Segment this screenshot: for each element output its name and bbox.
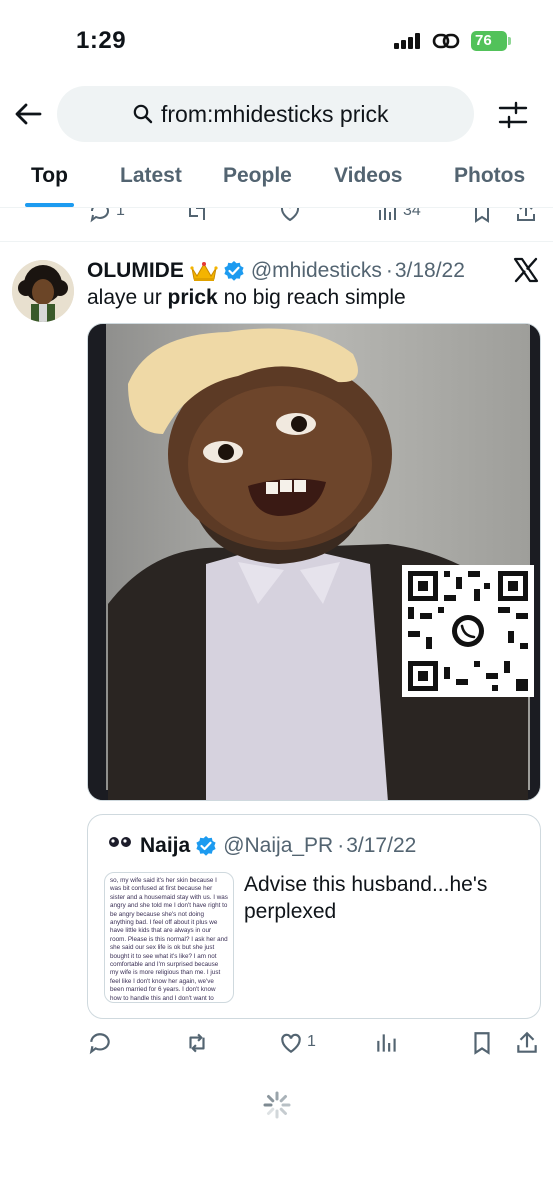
quote-thumbnail-text: so, my wife said it's her skin because I…	[110, 877, 228, 1002]
tweet-actions: 1	[0, 1028, 553, 1058]
tab-videos[interactable]: Videos	[334, 164, 402, 188]
previous-tweet-actions: 1 34	[0, 208, 553, 234]
tweet-date[interactable]: 3/18/22	[395, 259, 465, 283]
crown-icon	[190, 262, 218, 281]
avatar[interactable]	[12, 260, 74, 322]
loading-spinner-icon	[263, 1091, 291, 1119]
active-tab-indicator	[25, 203, 74, 207]
tweet-text: alaye ur prick no big reach simple	[87, 286, 406, 309]
quote-author-line: Naija @Naija_PR · 3/17/22	[140, 834, 416, 858]
dot-separator: ·	[337, 834, 345, 857]
search-tabs: Top Latest People Videos Photos	[0, 150, 553, 208]
retweet-icon[interactable]	[185, 208, 209, 224]
view-count: 34	[403, 208, 421, 219]
views-icon[interactable]	[374, 1030, 400, 1056]
like-icon[interactable]	[278, 1030, 304, 1056]
tab-top[interactable]: Top	[31, 164, 68, 188]
reply-icon[interactable]	[87, 1030, 113, 1056]
quote-text: Advise this husband...he's perplexed	[244, 873, 488, 923]
search-query[interactable]: from:mhidesticks prick	[161, 101, 388, 128]
highlighted-search-term: prick	[167, 286, 218, 309]
author-name[interactable]: OLUMIDE	[87, 259, 184, 283]
tweet-media-image[interactable]	[87, 323, 541, 801]
dot-separator: ·	[385, 259, 393, 282]
signal-icon	[394, 33, 422, 49]
author-handle[interactable]: @mhidesticks	[251, 259, 382, 283]
retweet-icon[interactable]	[184, 1030, 210, 1056]
filter-icon[interactable]	[497, 99, 529, 131]
battery-icon: 76	[471, 31, 511, 51]
share-icon[interactable]	[514, 208, 538, 224]
link-icon	[432, 33, 460, 49]
bookmark-icon[interactable]	[469, 1030, 495, 1056]
verified-badge-icon	[224, 261, 244, 281]
quote-thumbnail[interactable]: so, my wife said it's her skin because I…	[104, 872, 234, 1003]
tweet-divider	[0, 241, 553, 242]
like-icon[interactable]	[278, 208, 302, 224]
status-bar: 1:29 76	[0, 0, 553, 80]
quoted-tweet[interactable]: Naija @Naija_PR · 3/17/22 so, my wife sa…	[87, 814, 541, 1019]
status-time: 1:29	[76, 27, 127, 54]
search-bar[interactable]: from:mhidesticks prick	[57, 86, 474, 142]
avatar-image	[12, 260, 74, 322]
quote-author-handle[interactable]: @Naija_PR	[223, 834, 333, 858]
battery-level: 76	[471, 31, 507, 51]
like-count: 1	[307, 1033, 316, 1050]
tab-people[interactable]: People	[223, 164, 292, 188]
bookmark-icon[interactable]	[470, 208, 494, 224]
verified-badge-icon	[196, 836, 216, 856]
views-icon[interactable]	[376, 208, 400, 224]
reply-count: 1	[116, 208, 125, 219]
x-logo-icon[interactable]	[512, 256, 540, 284]
share-icon[interactable]	[514, 1030, 540, 1056]
meme-photo	[88, 324, 540, 800]
search-icon	[133, 104, 153, 124]
reply-icon[interactable]	[88, 208, 112, 224]
quote-date[interactable]: 3/17/22	[346, 834, 416, 858]
tweet-author-line: OLUMIDE @mhidesticks · 3/18/22	[87, 258, 465, 284]
tab-photos[interactable]: Photos	[454, 164, 525, 188]
quote-avatar[interactable]	[107, 833, 133, 859]
quote-author-name[interactable]: Naija	[140, 834, 190, 858]
back-arrow-icon[interactable]	[12, 98, 44, 130]
tab-latest[interactable]: Latest	[120, 164, 182, 188]
